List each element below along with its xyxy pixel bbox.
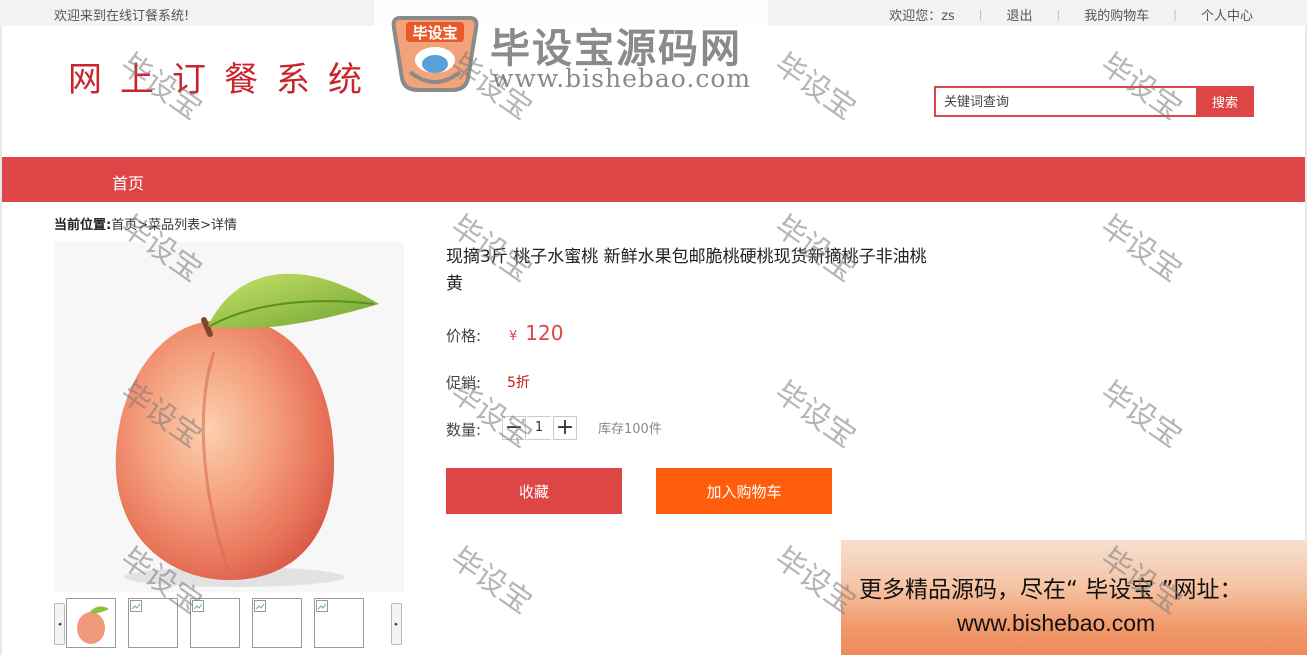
quantity-increase-button[interactable]: +	[553, 416, 577, 440]
breadcrumb-current: 详情	[211, 218, 238, 233]
promo-value: 5折	[507, 375, 530, 391]
product-title: 现摘3斤 桃子水蜜桃 新鲜水果包邮脆桃硬桃现货新摘桃子非油桃黄	[446, 247, 927, 294]
thumbnail[interactable]	[190, 598, 240, 648]
page-border-left	[0, 26, 2, 655]
watermark-stamp: 毕设宝	[768, 46, 862, 128]
price-value: 120	[525, 321, 564, 345]
breadcrumb-label: 当前位置:	[54, 218, 112, 233]
breadcrumb-separator: >	[137, 218, 149, 233]
broken-image-icon	[316, 600, 328, 612]
site-logo[interactable]: 网上订餐系统	[54, 40, 399, 105]
watermark-url: www.bishebao.com	[492, 64, 752, 93]
separator: |	[1173, 8, 1177, 21]
logo-text: 网上订餐系统	[68, 60, 380, 100]
main-nav: 首页	[2, 157, 1305, 202]
thumbnail-next-arrow[interactable]: ▸	[391, 603, 402, 645]
broken-image-icon	[130, 600, 142, 612]
ad-banner[interactable]: 更多精品源码，尽在“ 毕设宝 ”网址： www.bishebao.com	[841, 540, 1307, 655]
search-box: 搜索	[934, 86, 1254, 117]
logout-link[interactable]: 退出	[1007, 5, 1033, 24]
separator: |	[1056, 8, 1061, 21]
quantity-label: 数量:	[446, 421, 482, 439]
thumbnail-strip: ◂ ▸	[54, 598, 404, 648]
thumbnail[interactable]	[66, 598, 116, 648]
separator: |	[978, 8, 983, 21]
thumbnail[interactable]	[252, 598, 302, 648]
price-label: 价格:	[446, 327, 482, 345]
stock-count: 库存100件	[598, 422, 662, 437]
profile-link[interactable]: 个人中心	[1201, 5, 1253, 24]
welcome-text: 欢迎来到在线订餐系统!	[54, 9, 190, 24]
top-links: 欢迎您：zs | 退出 | 我的购物车 | 个人中心	[889, 5, 1253, 24]
add-to-cart-button[interactable]: 加入购物车	[656, 468, 832, 514]
watermark-badge-text: 毕设宝	[412, 24, 457, 42]
breadcrumb-separator: >	[200, 218, 212, 233]
thumbnail-prev-arrow[interactable]: ◂	[54, 603, 65, 645]
my-cart-link[interactable]: 我的购物车	[1084, 5, 1149, 24]
watermark-logo-icon: 毕设宝	[391, 16, 479, 92]
search-input[interactable]	[934, 86, 1196, 117]
thumbnail[interactable]	[128, 598, 178, 648]
ad-url: www.bishebao.com	[957, 610, 1156, 636]
watermark-stamp: 毕设宝	[1094, 208, 1188, 290]
watermark-stamp: 毕设宝	[1094, 374, 1188, 456]
breadcrumb-home[interactable]: 首页	[111, 218, 137, 233]
product-main-image	[54, 242, 404, 592]
promo-label: 促销:	[446, 374, 482, 392]
breadcrumb: 当前位置:首页>菜品列表>详情	[54, 214, 237, 233]
ad-text: 更多精品源码，尽在“ 毕设宝 ”网址：	[859, 577, 1243, 603]
thumbnail[interactable]	[314, 598, 364, 648]
product-price: ¥120	[509, 321, 563, 345]
currency-symbol: ¥	[509, 329, 518, 344]
quantity-decrease-button[interactable]: −	[502, 416, 526, 440]
thumbnail-peach-image	[77, 606, 109, 644]
broken-image-icon	[192, 600, 204, 612]
watermark-stamp: 毕设宝	[768, 374, 862, 456]
search-button[interactable]: 搜索	[1195, 86, 1254, 117]
nav-home[interactable]: 首页	[112, 170, 144, 194]
breadcrumb-list[interactable]: 菜品列表	[148, 218, 200, 233]
watermark-banner: 毕设宝 毕设宝源码网 www.bishebao.com	[374, 0, 768, 104]
broken-image-icon	[254, 600, 266, 612]
user-greeting: 欢迎您：zs	[889, 9, 955, 24]
favorite-button[interactable]: 收藏	[446, 468, 622, 514]
watermark-stamp: 毕设宝	[444, 540, 538, 622]
quantity-input[interactable]: 1	[527, 416, 551, 440]
